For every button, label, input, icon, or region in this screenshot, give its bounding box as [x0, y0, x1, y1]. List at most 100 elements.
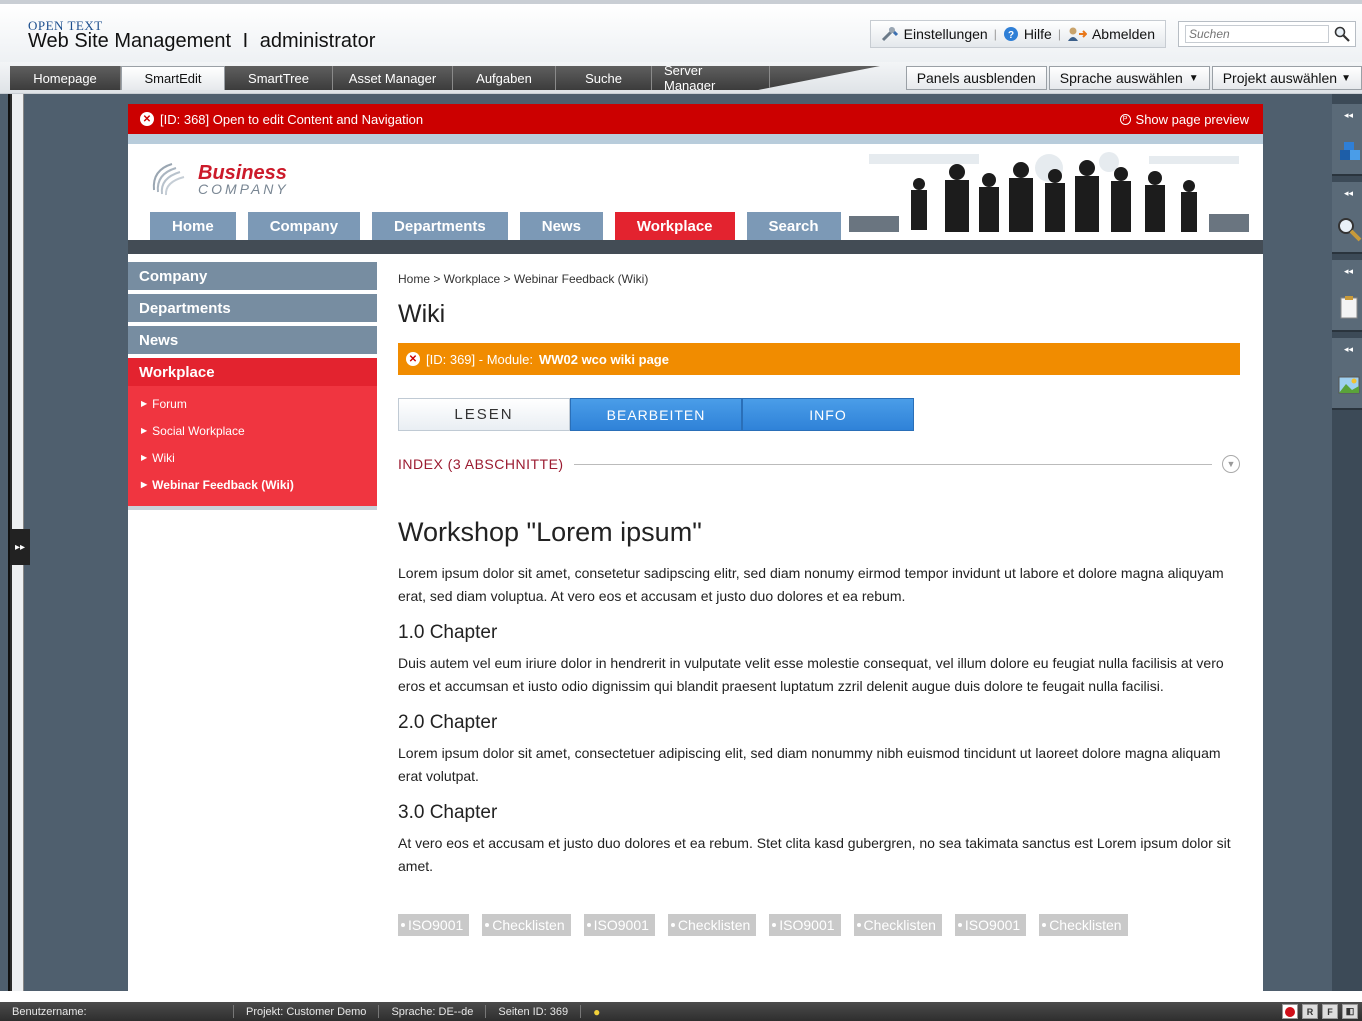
team-silhouettes-image	[849, 152, 1249, 232]
tag-list: ISO9001 Checklisten ISO9001 Checklisten …	[398, 914, 1240, 936]
subnav-item-social-workplace[interactable]: ▶ Social Workplace	[128, 417, 377, 444]
site-nav-company[interactable]: Company	[247, 212, 361, 240]
breadcrumb[interactable]: Home > Workplace > Webinar Feedback (Wik…	[398, 272, 1240, 286]
project-select[interactable]: Projekt auswählen ▼	[1211, 66, 1362, 90]
tag-item[interactable]: Checklisten	[667, 914, 757, 936]
product-title: Web Site Management I administrator	[28, 30, 375, 53]
left-nav-departments[interactable]: Departments	[128, 294, 377, 322]
subnav-item-webinar-feedback[interactable]: ▶ Webinar Feedback (Wiki)	[128, 471, 377, 498]
site-left-nav: Company Departments News Workplace ▶ Foru…	[128, 262, 377, 510]
page-content: Home > Workplace > Webinar Feedback (Wik…	[398, 272, 1240, 936]
r-mode-icon[interactable]: R	[1302, 1004, 1318, 1019]
tab-asset-manager[interactable]: Asset Manager	[333, 66, 453, 90]
site-nav-search[interactable]: Search	[746, 212, 841, 240]
collapse-arrow-icon: ◂◂	[1344, 344, 1354, 354]
right-panel-1[interactable]: ◂◂	[1332, 104, 1362, 176]
index-row: INDEX (3 ABSCHNITTE) ▼	[398, 455, 1240, 473]
left-nav-workplace[interactable]: Workplace	[128, 358, 377, 386]
index-divider	[573, 463, 1212, 465]
tab-lesen[interactable]: LESEN	[398, 398, 570, 431]
tag-item[interactable]: ISO9001	[583, 914, 655, 936]
site-nav-home[interactable]: Home	[150, 212, 236, 240]
subnav-label: Webinar Feedback (Wiki)	[152, 477, 294, 492]
tag-item[interactable]: ISO9001	[954, 914, 1027, 936]
status-language: Sprache: DE--de	[379, 1005, 487, 1018]
subnav-label: Social Workplace	[152, 423, 245, 438]
tag-item[interactable]: ISO9001	[769, 914, 841, 936]
page-edit-bar[interactable]: ✕ [ID: 368] Open to edit Content and Nav…	[128, 104, 1263, 134]
logout-button[interactable]: Abmelden	[1063, 20, 1159, 48]
module-edit-bar[interactable]: ✕ [ID: 369] - Module: WW02 wco wiki page	[398, 343, 1240, 375]
right-panel-4[interactable]: ◂◂	[1332, 338, 1362, 410]
triangle-right-icon: ▶	[141, 399, 148, 408]
tab-homepage[interactable]: Homepage	[10, 66, 121, 90]
status-page-id: Seiten ID: 369	[486, 1005, 582, 1018]
search-button[interactable]	[1329, 22, 1355, 46]
tab-smarttree[interactable]: SmartTree	[225, 66, 333, 90]
edit-bar-left: ✕ [ID: 368] Open to edit Content and Nav…	[140, 112, 423, 127]
site-nav-departments[interactable]: Departments	[372, 212, 508, 240]
clipboard-icon	[1340, 296, 1358, 319]
lightbulb-icon[interactable]: ●	[581, 1005, 612, 1019]
main-tabs: Homepage SmartEdit SmartTree Asset Manag…	[10, 66, 880, 90]
expand-left-panel-button[interactable]: ▸▸	[10, 529, 30, 565]
chapter-text: Duis autem vel eum iriure dolor in hendr…	[398, 655, 1224, 694]
tab-smartedit[interactable]: SmartEdit	[121, 66, 225, 90]
site-nav-news[interactable]: News	[519, 212, 603, 240]
tag-item[interactable]: Checklisten	[853, 914, 942, 936]
site-banner: Business COMPANY Home Company Department…	[128, 134, 1263, 254]
right-panel-3[interactable]: ◂◂	[1332, 260, 1362, 332]
tab-suche[interactable]: Suche	[556, 66, 652, 90]
banner-divider	[128, 240, 1263, 254]
chapter-title: 3.0 Chapter	[398, 802, 498, 823]
hide-panels-button[interactable]: Panels ausblenden	[905, 66, 1047, 90]
module-prefix: [ID: 369] - Module:	[426, 351, 533, 367]
subnav-item-forum[interactable]: ▶ Forum	[128, 390, 377, 417]
left-nav-news[interactable]: News	[128, 326, 377, 354]
site-page: ✕ [ID: 368] Open to edit Content and Nav…	[128, 104, 1263, 991]
tab-aufgaben[interactable]: Aufgaben	[453, 66, 556, 90]
header-search	[1178, 21, 1356, 47]
status-project: Projekt: Customer Demo	[234, 1005, 380, 1018]
record-icon[interactable]	[1282, 1004, 1298, 1019]
settings-button[interactable]: Einstellungen	[877, 20, 992, 48]
site-logo[interactable]: Business COMPANY	[150, 160, 289, 198]
module-name: WW02 wco wiki page	[538, 351, 669, 367]
settings-label: Einstellungen	[903, 26, 988, 42]
main-tab-bar: Homepage SmartEdit SmartTree Asset Manag…	[0, 62, 1362, 94]
logout-label: Abmelden	[1091, 26, 1155, 42]
title-separator: I	[242, 30, 249, 52]
chevron-down-icon[interactable]: ▼	[1222, 455, 1240, 473]
tool-separator: |	[1057, 27, 1061, 41]
right-panel-2[interactable]: ◂◂	[1332, 182, 1362, 254]
tool-separator: |	[993, 27, 997, 41]
search-icon	[1334, 26, 1350, 42]
tag-item[interactable]: Checklisten	[482, 914, 571, 936]
logo-word-company: COMPANY	[198, 180, 289, 197]
left-subnav: ▶ Forum ▶ Social Workplace ▶ Wiki ▶ Webinar …	[128, 386, 377, 510]
subnav-item-wiki[interactable]: ▶ Wiki	[128, 444, 377, 471]
tab-server-manager[interactable]: Server Manager	[652, 66, 770, 90]
tag-item[interactable]: ISO9001	[398, 914, 470, 936]
image-icon	[1338, 376, 1360, 394]
index-label[interactable]: INDEX (3 ABSCHNITTE)	[398, 456, 564, 472]
edit-mode-icon: ✕	[140, 112, 154, 126]
f-mode-icon[interactable]: F	[1322, 1004, 1338, 1019]
chapter-text: At vero eos et accusam et justo duo dolo…	[398, 835, 1231, 874]
language-select[interactable]: Sprache auswählen ▼	[1048, 66, 1210, 90]
status-bar: Benutzername: Projekt: Customer Demo Spr…	[0, 1002, 1362, 1021]
show-page-preview-link[interactable]: P Show page preview	[1119, 112, 1249, 127]
double-chevron-right-icon: ▸▸	[14, 541, 26, 553]
tab-bearbeiten[interactable]: BEARBEITEN	[570, 398, 742, 431]
search-input[interactable]	[1185, 25, 1329, 43]
more-icon[interactable]: ◧	[1342, 1004, 1358, 1019]
tag-item[interactable]: Checklisten	[1039, 914, 1128, 936]
article-title: Workshop "Lorem ipsum"	[398, 517, 702, 547]
site-nav-workplace[interactable]: Workplace	[614, 212, 735, 240]
left-nav-company[interactable]: Company	[128, 262, 377, 290]
chevron-down-icon: ▼	[1188, 72, 1199, 84]
tab-info[interactable]: INFO	[742, 398, 914, 431]
chapter-text: Lorem ipsum dolor sit amet, consectetuer…	[398, 745, 1221, 784]
help-button[interactable]: ? Hilfe	[999, 20, 1056, 48]
header-tools: Einstellungen | ? Hilfe | Abmelden	[869, 20, 1362, 48]
